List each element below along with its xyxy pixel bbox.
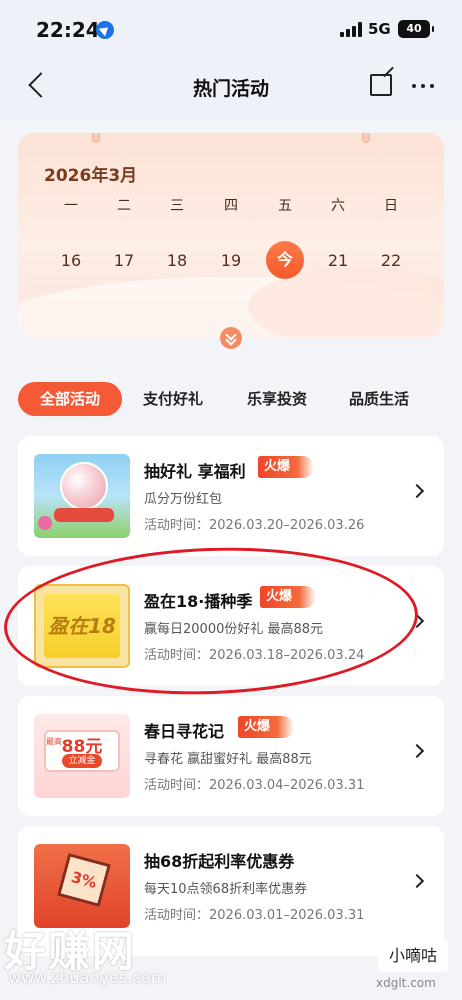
calendar-date[interactable]: 17 (106, 251, 142, 270)
category-tabs: 全部活动 支付好礼 乐享投资 品质生活 (0, 382, 462, 418)
coupon-label: 立减金 (62, 754, 102, 768)
activity-title: 春日寻花记 (144, 722, 225, 741)
chevron-right-icon[interactable] (409, 743, 425, 759)
flower-icon (38, 516, 52, 530)
activity-thumbnail (34, 454, 130, 538)
activity-thumbnail: 最高 88元 立减金 (34, 714, 130, 798)
watermark-url: xdglt.com (376, 976, 436, 990)
status-bar: 22:24 5G 40 (0, 0, 462, 56)
calendar-date-today[interactable]: 今 (266, 241, 304, 279)
tab-payment[interactable]: 支付好礼 (130, 382, 216, 416)
watermark-badge: 小嘀咕 (378, 940, 448, 972)
calendar-date[interactable]: 18 (159, 251, 195, 270)
rate-coupon-icon: 3% (57, 853, 111, 907)
activity-time: 活动时间：2026.03.20–2026.03.26 (144, 518, 365, 533)
more-dots-icon[interactable] (412, 84, 434, 88)
weekday-label: 二 (117, 198, 131, 214)
watermark-url: www.zhuanyes.com (8, 968, 167, 987)
activity-title: 抽68折起利率优惠券 (144, 852, 295, 871)
weekday-label: 日 (384, 198, 398, 214)
expand-chevron-icon[interactable] (220, 327, 242, 349)
activity-thumbnail: 3% (34, 844, 130, 928)
gift-base-icon (54, 508, 114, 522)
signal-bars-icon (340, 22, 362, 37)
location-arrow-icon (96, 21, 114, 39)
calendar-ring (362, 133, 370, 143)
tab-lifestyle[interactable]: 品质生活 (336, 382, 422, 416)
status-time: 22:24 (36, 18, 100, 42)
activity-time: 活动时间：2026.03.04–2026.03.31 (144, 778, 365, 793)
tab-all[interactable]: 全部活动 (18, 382, 122, 416)
weekday-label: 一 (64, 198, 78, 214)
activity-title: 抽好礼 享福利 (144, 462, 246, 481)
hot-badge: 火爆 (258, 456, 315, 478)
battery-icon: 40 (398, 20, 434, 38)
calendar-ring (92, 133, 100, 143)
activity-card[interactable]: 最高 88元 立减金 春日寻花记 火爆 寻春花 赢甜蜜好礼 最高88元 活动时间… (18, 696, 444, 816)
network-type: 5G (368, 20, 391, 38)
tab-invest[interactable]: 乐享投资 (234, 382, 320, 416)
calendar-card: 2026年3月 一 二 三 四 五 六 日 16 17 18 19 今 21 2… (18, 133, 444, 337)
weekday-label: 六 (331, 198, 345, 214)
activity-subtitle: 瓜分万份红包 (144, 492, 223, 507)
calendar-month: 2026年3月 (44, 166, 138, 186)
weekday-label: 三 (170, 198, 184, 214)
activity-subtitle: 寻春花 赢甜蜜好礼 最高88元 (144, 752, 312, 767)
share-icon[interactable] (370, 74, 392, 96)
crystal-ball-icon (60, 462, 108, 510)
chevron-right-icon[interactable] (409, 873, 425, 889)
nav-bar: 热门活动 (0, 56, 462, 120)
hot-badge: 火爆 (238, 716, 295, 738)
calendar-date[interactable]: 22 (373, 251, 409, 270)
activity-time: 活动时间：2026.03.01–2026.03.31 (144, 908, 365, 923)
activity-subtitle: 每天10点领68折利率优惠券 (144, 882, 308, 897)
calendar-date[interactable]: 19 (213, 251, 249, 270)
chevron-right-icon[interactable] (409, 483, 425, 499)
calendar-date[interactable]: 16 (53, 251, 89, 270)
activity-card[interactable]: 抽好礼 享福利 火爆 瓜分万份红包 活动时间：2026.03.20–2026.0… (18, 436, 444, 556)
weekday-label: 五 (278, 198, 292, 214)
calendar-date[interactable]: 21 (320, 251, 356, 270)
page-title: 热门活动 (192, 78, 269, 100)
weekday-label: 四 (224, 198, 238, 214)
